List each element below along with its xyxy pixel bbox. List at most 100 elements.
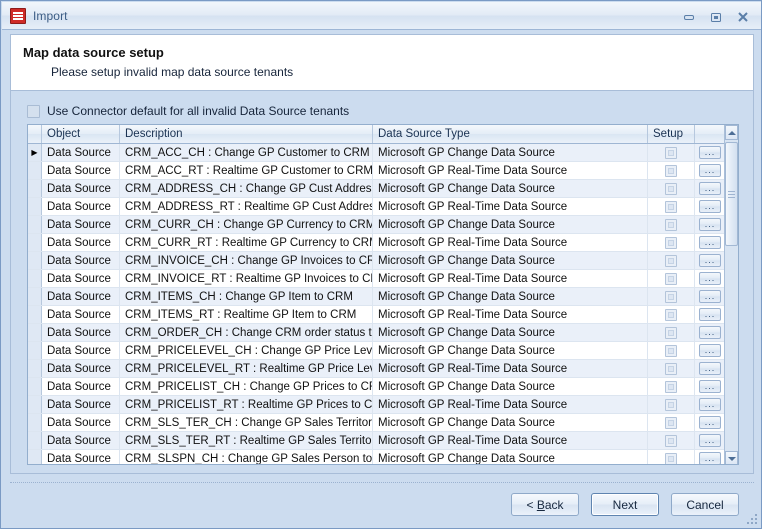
table-row[interactable]: Data Source CRM_PRICELEVEL_CH : Change GP… <box>28 342 738 360</box>
close-icon[interactable] <box>730 7 756 27</box>
setup-checkbox[interactable] <box>665 452 677 464</box>
setup-checkbox[interactable] <box>665 146 677 159</box>
wizard-body: Use Connector default for all invalid Da… <box>10 91 754 474</box>
row-indicator[interactable] <box>28 234 42 251</box>
setup-checkbox[interactable] <box>665 290 677 303</box>
ellipsis-button[interactable]: ... <box>699 326 721 339</box>
table-row[interactable]: Data Source CRM_SLS_TER_RT : Realtime GP … <box>28 432 738 450</box>
table-row[interactable]: Data Source CRM_CURR_CH : Change GP Curre… <box>28 216 738 234</box>
cell-data-source-type: Microsoft GP Real-Time Data Source <box>373 360 648 377</box>
scrollbar-thumb[interactable] <box>725 142 738 246</box>
setup-checkbox[interactable] <box>665 362 677 375</box>
table-row[interactable]: Data Source CRM_CURR_RT : Realtime GP Cur… <box>28 234 738 252</box>
cell-setup <box>648 198 695 215</box>
ellipsis-button[interactable]: ... <box>699 380 721 393</box>
setup-checkbox[interactable] <box>665 182 677 195</box>
table-row[interactable]: Data Source CRM_ORDER_CH : Change CRM ord… <box>28 324 738 342</box>
table-row[interactable]: Data Source CRM_PRICELIST_RT : Realtime G… <box>28 396 738 414</box>
row-indicator[interactable] <box>28 342 42 359</box>
column-header-description[interactable]: Description <box>120 125 373 143</box>
use-connector-default-checkbox[interactable] <box>27 104 40 118</box>
resize-grip[interactable] <box>745 512 757 524</box>
wizard-footer: < Back Next Cancel <box>1 481 761 528</box>
next-button[interactable]: Next <box>591 493 659 516</box>
setup-checkbox[interactable] <box>665 218 677 231</box>
table-row[interactable]: Data Source CRM_ITEMS_CH : Change GP Item… <box>28 288 738 306</box>
setup-checkbox[interactable] <box>665 344 677 357</box>
table-row[interactable]: Data Source CRM_ADDRESS_RT : Realtime GP … <box>28 198 738 216</box>
row-indicator[interactable] <box>28 216 42 233</box>
row-indicator[interactable] <box>28 396 42 413</box>
row-indicator[interactable] <box>28 198 42 215</box>
cell-data-source-type: Microsoft GP Real-Time Data Source <box>373 162 648 179</box>
ellipsis-button[interactable]: ... <box>699 434 721 447</box>
ellipsis-button[interactable]: ... <box>699 290 721 303</box>
row-indicator[interactable] <box>28 450 42 464</box>
column-header-setup[interactable]: Setup <box>648 125 695 143</box>
column-header-object[interactable]: Object <box>42 125 120 143</box>
scroll-up-icon[interactable] <box>725 125 738 140</box>
table-row[interactable]: Data Source CRM_PRICELEVEL_RT : Realtime … <box>28 360 738 378</box>
row-indicator[interactable] <box>28 432 42 449</box>
setup-checkbox[interactable] <box>665 254 677 267</box>
cell-object: Data Source <box>42 342 120 359</box>
ellipsis-button[interactable]: ... <box>699 146 721 159</box>
table-row[interactable]: ▶ Data Source CRM_ACC_CH : Change GP Custo… <box>28 144 738 162</box>
table-row[interactable]: Data Source CRM_SLSPN_CH : Change GP Sale… <box>28 450 738 464</box>
maximize-icon[interactable] <box>703 7 729 27</box>
setup-checkbox[interactable] <box>665 164 677 177</box>
table-row[interactable]: Data Source CRM_ACC_RT : Realtime GP Cust… <box>28 162 738 180</box>
setup-checkbox[interactable] <box>665 272 677 285</box>
row-indicator[interactable] <box>28 378 42 395</box>
row-indicator[interactable] <box>28 288 42 305</box>
table-row[interactable]: Data Source CRM_PRICELIST_CH : Change GP … <box>28 378 738 396</box>
ellipsis-button[interactable]: ... <box>699 398 721 411</box>
ellipsis-button[interactable]: ... <box>699 182 721 195</box>
row-indicator[interactable] <box>28 306 42 323</box>
setup-checkbox[interactable] <box>665 398 677 411</box>
data-source-grid: Object Description Data Source Type Setu… <box>27 124 739 465</box>
ellipsis-button[interactable]: ... <box>699 236 721 249</box>
grid-vertical-scrollbar[interactable] <box>724 125 738 464</box>
ellipsis-button[interactable]: ... <box>699 218 721 231</box>
setup-checkbox[interactable] <box>665 326 677 339</box>
table-row[interactable]: Data Source CRM_ADDRESS_CH : Change GP Cu… <box>28 180 738 198</box>
ellipsis-button[interactable]: ... <box>699 452 721 464</box>
ellipsis-button[interactable]: ... <box>699 362 721 375</box>
setup-checkbox[interactable] <box>665 380 677 393</box>
cell-action: ... <box>695 162 725 179</box>
setup-checkbox[interactable] <box>665 308 677 321</box>
row-indicator[interactable] <box>28 360 42 377</box>
setup-checkbox[interactable] <box>665 200 677 213</box>
minimize-icon[interactable] <box>676 7 702 27</box>
cell-data-source-type: Microsoft GP Change Data Source <box>373 216 648 233</box>
ellipsis-button[interactable]: ... <box>699 416 721 429</box>
table-row[interactable]: Data Source CRM_INVOICE_CH : Change GP In… <box>28 252 738 270</box>
ellipsis-button[interactable]: ... <box>699 254 721 267</box>
use-connector-default-row[interactable]: Use Connector default for all invalid Da… <box>27 104 349 118</box>
row-indicator[interactable] <box>28 162 42 179</box>
scroll-down-icon[interactable] <box>725 451 738 464</box>
table-row[interactable]: Data Source CRM_ITEMS_RT : Realtime GP It… <box>28 306 738 324</box>
ellipsis-button[interactable]: ... <box>699 164 721 177</box>
cell-action: ... <box>695 252 725 269</box>
ellipsis-button[interactable]: ... <box>699 308 721 321</box>
setup-checkbox[interactable] <box>665 416 677 429</box>
setup-checkbox[interactable] <box>665 236 677 249</box>
row-indicator[interactable] <box>28 324 42 341</box>
row-indicator[interactable] <box>28 414 42 431</box>
table-row[interactable]: Data Source CRM_INVOICE_RT : Realtime GP … <box>28 270 738 288</box>
ellipsis-button[interactable]: ... <box>699 272 721 285</box>
cancel-button[interactable]: Cancel <box>671 493 739 516</box>
row-indicator[interactable] <box>28 252 42 269</box>
column-header-data-source-type[interactable]: Data Source Type <box>373 125 648 143</box>
back-button[interactable]: < Back <box>511 493 579 516</box>
row-indicator[interactable]: ▶ <box>28 144 42 161</box>
ellipsis-button[interactable]: ... <box>699 344 721 357</box>
row-indicator[interactable] <box>28 180 42 197</box>
cell-description: CRM_ITEMS_CH : Change GP Item to CRM <box>120 288 373 305</box>
ellipsis-button[interactable]: ... <box>699 200 721 213</box>
row-indicator[interactable] <box>28 270 42 287</box>
setup-checkbox[interactable] <box>665 434 677 447</box>
table-row[interactable]: Data Source CRM_SLS_TER_CH : Change GP Sa… <box>28 414 738 432</box>
